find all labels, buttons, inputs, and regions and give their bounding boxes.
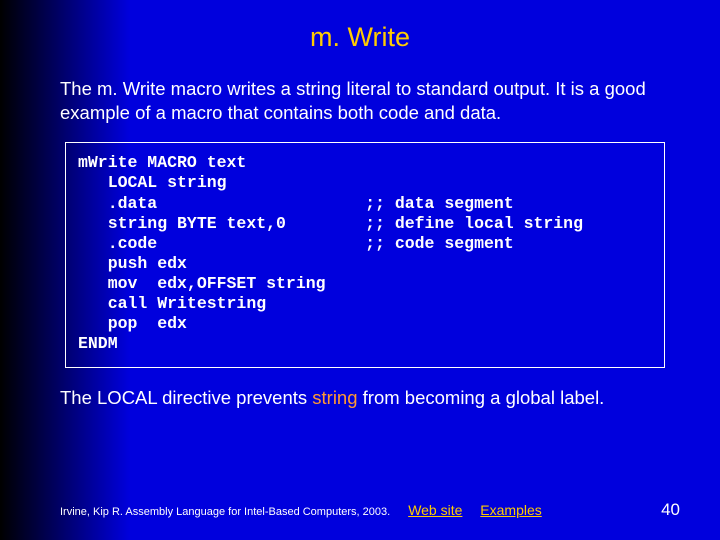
page-number: 40 bbox=[661, 500, 680, 520]
copyright-text: Irvine, Kip R. Assembly Language for Int… bbox=[60, 506, 390, 518]
intro-text: The m. Write macro writes a string liter… bbox=[60, 77, 660, 124]
slide-title: m. Write bbox=[0, 0, 720, 53]
note-post: from becoming a global label. bbox=[358, 387, 605, 408]
note-text: The LOCAL directive prevents string from… bbox=[60, 386, 660, 410]
examples-link[interactable]: Examples bbox=[480, 502, 541, 518]
note-pre: The LOCAL directive prevents bbox=[60, 387, 312, 408]
footer: Irvine, Kip R. Assembly Language for Int… bbox=[60, 502, 680, 518]
note-keyword: string bbox=[312, 387, 357, 408]
code-block: mWrite MACRO text LOCAL string .data ;; … bbox=[65, 142, 665, 367]
footer-links: Web site Examples bbox=[408, 502, 556, 518]
website-link[interactable]: Web site bbox=[408, 502, 462, 518]
